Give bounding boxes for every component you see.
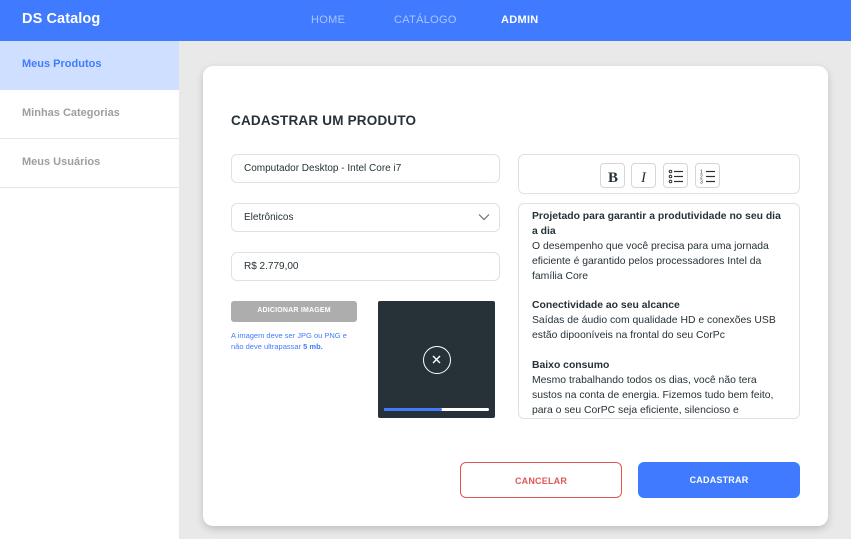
remove-image-button[interactable] [423,346,451,374]
italic-button[interactable]: I [631,163,656,188]
editor-toolbar: B I 1 2 3 [518,154,800,194]
upload-progress-bar [384,408,489,411]
bold-button[interactable]: B [600,163,625,188]
nav-link-home[interactable]: HOME [311,14,345,26]
product-name-input[interactable]: Computador Desktop - Intel Core i7 [231,154,500,183]
bulleted-list-icon [668,169,683,184]
numbered-list-icon: 1 2 3 [700,170,715,186]
image-hint-limit: 5 mb. [303,341,323,351]
description-paragraph: Saídas de áudio com qualidade HD e conex… [532,315,776,342]
description-paragraph: O desempenho que você precisa para uma j… [532,240,769,282]
product-form-card: CADASTRAR UM PRODUTO Computador Desktop … [203,66,828,526]
sidebar: Meus Produtos Minhas Categorias Meus Usu… [0,41,179,539]
nav-link-catalogo[interactable]: CATÁLOGO [394,14,457,26]
sidebar-item-meus-produtos[interactable]: Meus Produtos [0,41,179,90]
svg-text:B: B [608,170,618,186]
image-hint-text: A imagem deve ser JPG ou PNG e não deve … [231,331,347,351]
upload-progress-fill [384,408,442,411]
chevron-down-icon [478,214,490,221]
page-title: CADASTRAR UM PRODUTO [231,113,417,128]
brand-logo[interactable]: DS Catalog [22,11,100,27]
bold-icon: B [608,170,618,186]
bulleted-list-button[interactable] [663,163,688,188]
sidebar-item-meus-usuarios[interactable]: Meus Usuários [0,139,179,188]
svg-text:I: I [640,170,647,186]
price-input[interactable]: R$ 2.779,00 [231,252,500,281]
description-paragraph: Mesmo trabalhando todos os dias, você nã… [532,374,774,416]
add-image-button[interactable]: ADICIONAR IMAGEM [231,301,357,322]
category-select[interactable]: Eletrônicos [231,203,500,232]
description-heading: Projetado para garantir a produtividade … [532,211,781,237]
cancel-button[interactable]: CANCELAR [460,462,622,498]
nav-link-admin[interactable]: ADMIN [501,14,539,26]
numbered-list-button[interactable]: 1 2 3 [695,163,720,188]
image-hint: A imagem deve ser JPG ou PNG e não deve … [231,331,361,352]
submit-button[interactable]: CADASTRAR [638,462,800,498]
sidebar-item-minhas-categorias[interactable]: Minhas Categorias [0,90,179,139]
top-navbar: DS Catalog HOME CATÁLOGO ADMIN [0,0,851,41]
svg-text:3: 3 [700,180,703,186]
close-icon [432,355,441,364]
image-upload-preview [378,301,495,418]
description-heading: Conectividade ao seu alcance [532,300,680,312]
italic-icon: I [640,170,647,186]
description-heading: Baixo consumo [532,360,610,372]
description-editor[interactable]: Projetado para garantir a produtividade … [518,203,800,419]
category-select-value: Eletrônicos [244,212,294,223]
